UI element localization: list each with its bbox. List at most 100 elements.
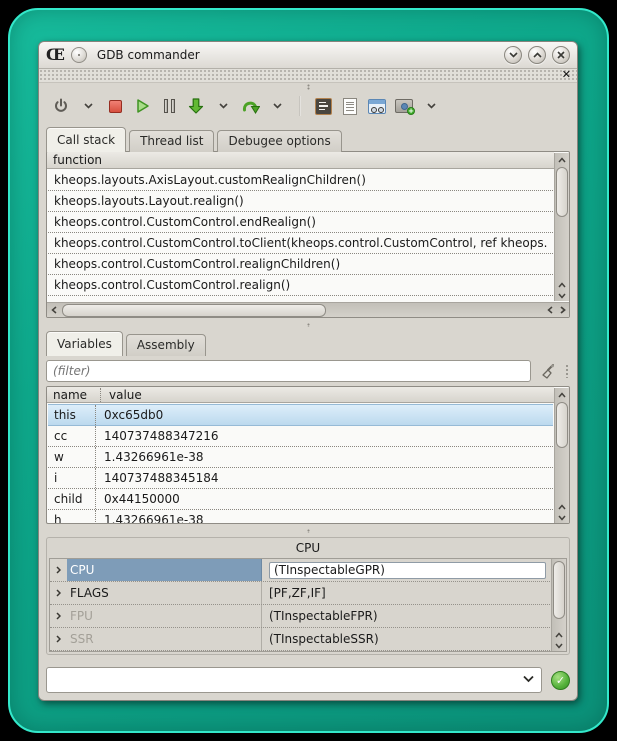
cpu-vscrollbar[interactable] [551, 559, 566, 651]
table-row[interactable]: kheops.control.CustomControl.endRealign(… [48, 212, 553, 233]
scroll-thumb[interactable] [62, 304, 326, 317]
expand-chevron-icon[interactable] [50, 628, 67, 650]
watch-icon [368, 99, 386, 114]
expand-chevron-icon[interactable] [50, 605, 67, 627]
scroll-bottom-buttons [552, 629, 566, 651]
table-row[interactable]: SSR (TInspectableSSR) [50, 628, 550, 651]
dock-grip[interactable] [39, 83, 577, 91]
dock-titlebar[interactable]: ✕ [39, 69, 577, 83]
dock-close-button[interactable]: ✕ [562, 68, 571, 81]
close-window-button[interactable] [552, 46, 570, 64]
step-over-icon [241, 98, 260, 115]
scroll-up-icon[interactable] [555, 153, 569, 166]
app-logo-icon: Œ [46, 47, 65, 63]
scroll-thumb[interactable] [556, 402, 568, 448]
variables-vscrollbar[interactable] [554, 388, 569, 523]
step-over-menu-button[interactable] [265, 94, 289, 118]
expand-chevron-icon[interactable] [50, 582, 67, 604]
clear-filter-button[interactable] [536, 360, 560, 382]
send-command-button[interactable]: ✓ [551, 671, 570, 690]
snapshot-menu-button[interactable] [419, 94, 443, 118]
register-value-cell[interactable]: (TInspectableGPR) [262, 559, 550, 581]
table-row[interactable]: kheops.control.CustomControl.toClient(kh… [48, 233, 553, 254]
table-row[interactable]: kheops.control.CustomControl.realignChil… [48, 254, 553, 275]
chevron-down-icon[interactable] [523, 675, 534, 683]
table-row[interactable]: kheops.control.CustomControl.realign() [48, 275, 553, 296]
var-name: i [48, 468, 96, 488]
register-value: [PF,ZF,IF] [262, 582, 550, 604]
tab-thread-list[interactable]: Thread list [129, 130, 214, 152]
restore-button[interactable] [528, 46, 546, 64]
scroll-bottom-buttons [555, 501, 569, 523]
power-button[interactable] [49, 94, 73, 118]
scroll-down-icon[interactable] [552, 640, 566, 651]
broom-icon [539, 363, 557, 380]
window-menu-button[interactable] [71, 47, 87, 63]
scroll-thumb[interactable] [553, 561, 565, 619]
scroll-left-icon[interactable] [543, 303, 557, 318]
table-row[interactable]: child 0x44150000 [48, 489, 553, 510]
var-value: 140737488345184 [96, 468, 553, 488]
middle-tab-bar: Variables Assembly [39, 331, 577, 356]
step-into-menu-button[interactable] [211, 94, 235, 118]
scroll-thumb[interactable] [556, 167, 568, 217]
scroll-up-icon[interactable] [555, 501, 569, 512]
call-stack-header[interactable]: function [47, 152, 554, 169]
table-row[interactable]: this 0xc65db0 [48, 404, 553, 426]
continue-button[interactable] [130, 94, 154, 118]
scroll-left-icon[interactable] [47, 303, 61, 318]
output-button[interactable] [338, 94, 362, 118]
titlebar[interactable]: Œ GDB commander [39, 42, 577, 69]
splitter-handle[interactable] [39, 318, 577, 331]
table-row[interactable]: FPU (TInspectableFPR) [50, 605, 550, 628]
table-row[interactable]: kheops.layouts.Layout.realign() [48, 191, 553, 212]
scroll-up-icon[interactable] [552, 629, 566, 640]
table-row[interactable]: FLAGS [PF,ZF,IF] [50, 582, 550, 605]
register-value-editor[interactable]: (TInspectableGPR) [269, 562, 546, 579]
shade-button[interactable] [504, 46, 522, 64]
watch-window-button[interactable] [365, 94, 389, 118]
step-into-button[interactable] [184, 94, 208, 118]
register-name: FLAGS [67, 582, 262, 604]
scroll-up-icon[interactable] [555, 279, 569, 290]
cpu-register-table: CPU (TInspectableGPR) FLAGS [PF,ZF,IF] F… [49, 558, 567, 652]
table-row[interactable]: h 1.43266961e-38 [48, 510, 553, 523]
call-stack-vscrollbar[interactable] [554, 153, 569, 301]
table-row[interactable]: i 140737488345184 [48, 468, 553, 489]
close-icon [557, 51, 565, 59]
hscroll-track[interactable] [62, 304, 542, 317]
table-row[interactable]: cc 140737488347216 [48, 426, 553, 447]
power-menu-button[interactable] [76, 94, 100, 118]
panel-grip[interactable] [565, 364, 570, 378]
gdb-command-combobox[interactable] [46, 667, 542, 693]
stop-button[interactable] [103, 94, 127, 118]
splitter-handle[interactable] [39, 524, 577, 537]
column-value: value [101, 388, 142, 402]
tab-debugee-options[interactable]: Debugee options [217, 130, 341, 152]
scroll-down-icon[interactable] [555, 290, 569, 301]
table-row[interactable]: kheops.layouts.AxisLayout.customRealignC… [48, 170, 553, 191]
variables-header[interactable]: name value [47, 387, 554, 403]
scroll-down-icon[interactable] [555, 512, 569, 523]
check-icon: ✓ [556, 675, 565, 686]
scroll-right-icon[interactable] [557, 303, 569, 318]
step-over-button[interactable] [238, 94, 262, 118]
grip-dots-icon [307, 529, 310, 533]
table-row[interactable]: CPU (TInspectableGPR) [50, 559, 550, 582]
cpu-view-button[interactable] [311, 94, 335, 118]
chevron-down-icon [273, 103, 282, 109]
variables-rows: this 0xc65db0 cc 140737488347216 w 1.432… [48, 404, 553, 523]
grip-dots-icon [307, 323, 310, 327]
tab-variables[interactable]: Variables [46, 331, 123, 356]
register-name: FPU [67, 605, 262, 627]
tab-call-stack[interactable]: Call stack [46, 127, 126, 152]
call-stack-hscrollbar[interactable] [47, 302, 569, 317]
var-name: cc [48, 426, 96, 446]
expand-chevron-icon[interactable] [50, 559, 67, 581]
filter-input[interactable] [46, 360, 531, 382]
scroll-up-icon[interactable] [555, 388, 569, 401]
table-row[interactable]: w 1.43266961e-38 [48, 447, 553, 468]
pause-button[interactable] [157, 94, 181, 118]
snapshot-button[interactable]: + [392, 94, 416, 118]
tab-assembly[interactable]: Assembly [126, 334, 206, 356]
